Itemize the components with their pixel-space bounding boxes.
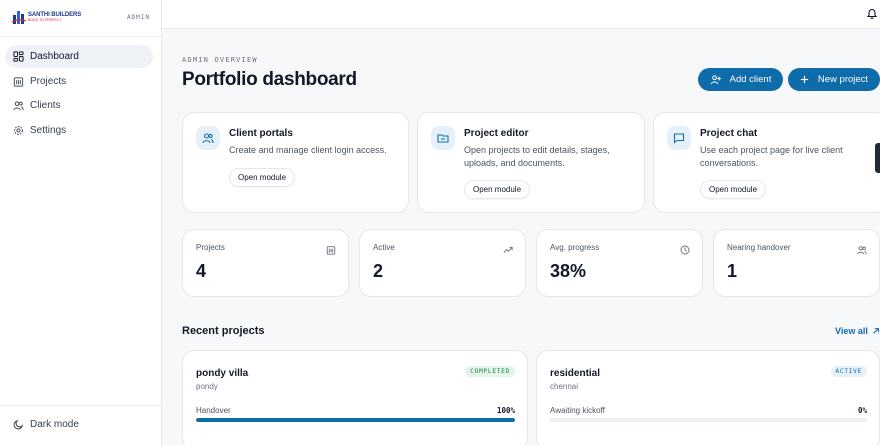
stat-value: 1	[727, 261, 738, 281]
dashboard-icon	[13, 51, 24, 62]
status-badge: ACTIVE	[830, 366, 867, 377]
bell-icon[interactable]	[866, 6, 878, 20]
stat-card-nearing-handover: Nearing handover 1	[713, 229, 880, 297]
sidebar-item-dashboard[interactable]: Dashboard	[5, 45, 153, 68]
sidebar-item-clients[interactable]: Clients	[5, 94, 153, 117]
brand-logo[interactable]: SANTHI BUILDERS BUILD TO PERFECT	[12, 9, 81, 25]
module-title: Project editor	[464, 128, 529, 139]
view-all-link[interactable]: View all	[835, 326, 880, 336]
stat-value: 4	[196, 261, 207, 281]
project-stage: Handover	[196, 406, 231, 415]
module-card-client-portals: Client portals Create and manage client …	[182, 112, 409, 213]
sidebar-item-settings[interactable]: Settings	[5, 119, 153, 142]
gear-icon	[13, 125, 24, 136]
project-location: chennai	[550, 382, 579, 391]
stat-label: Active	[373, 243, 395, 252]
clock-icon	[680, 242, 690, 255]
stat-value: 38%	[550, 261, 587, 281]
module-description: Use each project page for live client co…	[700, 145, 843, 168]
module-description: Open projects to edit details, stages, u…	[464, 145, 610, 168]
progress-percent: 0%	[857, 406, 867, 415]
sidebar-item-label: Projects	[30, 75, 67, 87]
project-name: pondy villa	[196, 368, 249, 379]
topbar	[162, 0, 880, 29]
project-name: residential	[550, 368, 601, 379]
project-stage: Awaiting kickoff	[550, 406, 605, 415]
module-title: Project chat	[700, 128, 758, 139]
module-title: Client portals	[229, 128, 293, 139]
feedback-side-tab[interactable]	[875, 143, 880, 173]
moon-icon	[13, 419, 24, 430]
trending-up-icon	[503, 242, 513, 253]
dark-mode-label: Dark mode	[30, 419, 79, 430]
project-card[interactable]: residential chennai ACTIVE Awaiting kick…	[536, 350, 880, 445]
progress-bar	[550, 418, 867, 422]
sidebar-item-label: Dashboard	[30, 51, 79, 62]
users-icon	[13, 100, 24, 111]
stat-label: Nearing handover	[727, 243, 791, 252]
progress-percent: 100%	[496, 406, 515, 415]
brand-tagline: BUILD TO PERFECT	[28, 17, 62, 22]
new-project-button[interactable]: New project	[788, 68, 880, 91]
chat-icon	[667, 126, 691, 150]
module-card-project-editor: Project editor Open projects to edit det…	[417, 112, 645, 213]
sidebar: SANTHI BUILDERS BUILD TO PERFECT ADMIN D…	[0, 0, 162, 445]
sidebar-item-label: Settings	[30, 124, 67, 136]
brand-name: SANTHI BUILDERS	[28, 11, 82, 18]
page-title: Portfolio dashboard	[182, 69, 357, 90]
sidebar-item-projects[interactable]: Projects	[5, 70, 153, 93]
stat-label: Avg. progress	[550, 243, 600, 252]
open-module-button[interactable]: Open module	[700, 180, 767, 199]
open-module-button[interactable]: Open module	[464, 180, 531, 199]
role-badge: ADMIN	[126, 14, 150, 21]
add-client-button[interactable]: Add client	[698, 68, 783, 91]
module-card-project-chat: Project chat Use each project page for l…	[653, 112, 880, 213]
users-icon	[857, 242, 867, 255]
user-plus-icon	[710, 75, 721, 85]
stat-card-active: Active 2	[359, 229, 526, 297]
page-eyebrow: ADMIN OVERVIEW	[182, 56, 258, 64]
stat-value: 2	[373, 261, 384, 281]
building-logo-icon	[12, 9, 26, 25]
building-icon	[13, 76, 24, 87]
new-project-label: New project	[817, 74, 869, 85]
project-location: pondy	[196, 382, 218, 391]
progress-fill	[196, 418, 515, 422]
stat-card-projects: Projects 4	[182, 229, 349, 297]
divider	[0, 36, 161, 37]
progress-bar	[196, 418, 515, 422]
project-card[interactable]: pondy villa pondy COMPLETED Handover 100…	[182, 350, 528, 445]
folder-icon	[431, 126, 455, 150]
section-title: Recent projects	[182, 325, 265, 337]
stat-card-avg-progress: Avg. progress 38%	[536, 229, 703, 297]
open-module-button[interactable]: Open module	[229, 168, 296, 187]
building-icon	[326, 242, 336, 255]
view-all-label: View all	[835, 326, 868, 336]
arrow-up-right-icon	[873, 328, 879, 334]
add-client-label: Add client	[729, 74, 772, 85]
module-description: Create and manage client login access.	[229, 145, 387, 155]
divider	[0, 405, 161, 406]
dark-mode-toggle[interactable]: Dark mode	[13, 419, 79, 430]
users-icon	[196, 126, 220, 150]
plus-icon	[800, 75, 809, 84]
sidebar-item-label: Clients	[30, 100, 61, 111]
status-badge: COMPLETED	[465, 366, 515, 377]
logo-text: SANTHI BUILDERS BUILD TO PERFECT	[28, 12, 81, 23]
stat-label: Projects	[196, 243, 225, 252]
sidebar-nav: Dashboard Projects Clients Settings	[5, 45, 153, 143]
